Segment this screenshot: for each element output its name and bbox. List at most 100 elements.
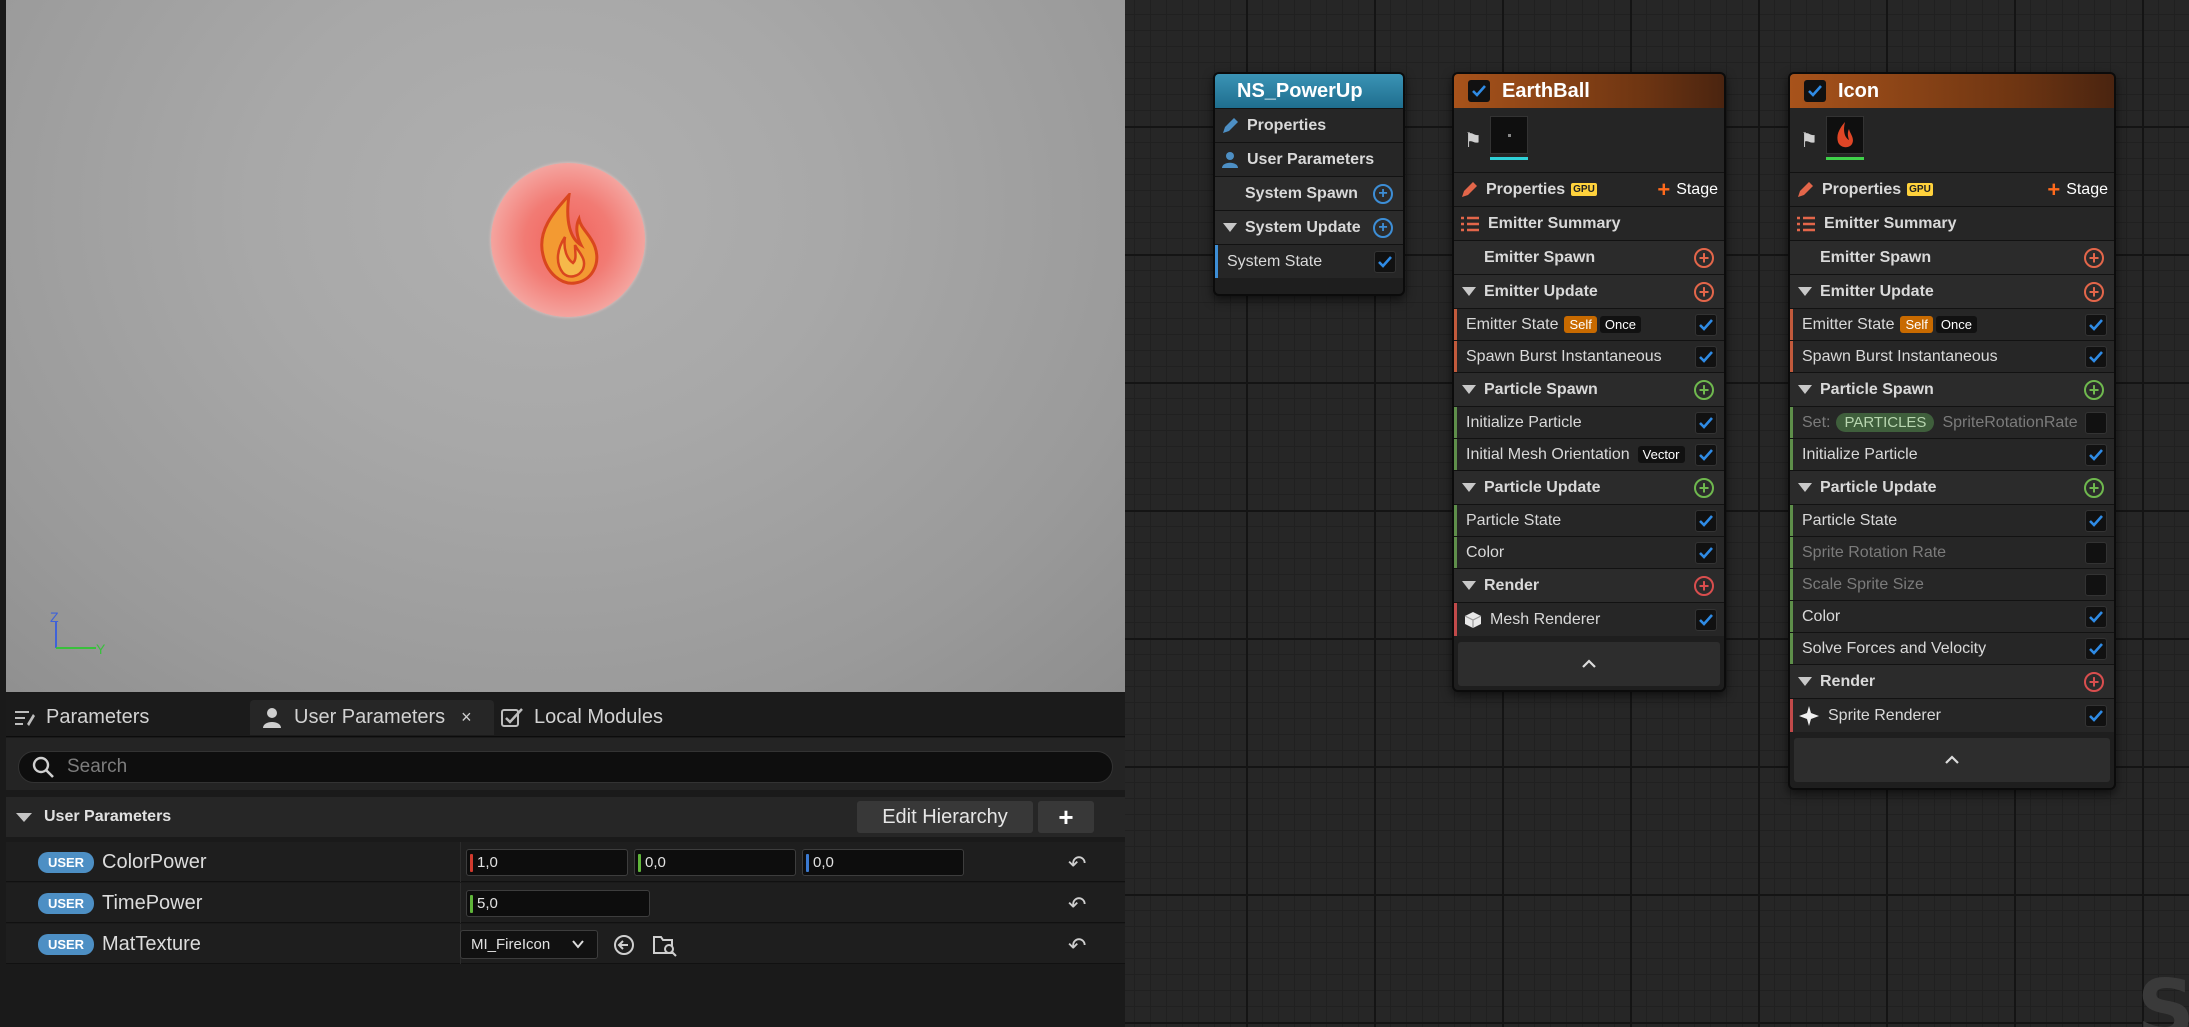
disabled-checkbox[interactable] — [2085, 574, 2107, 596]
system-properties-row[interactable]: Properties — [1215, 108, 1403, 142]
enabled-checkbox[interactable] — [1695, 510, 1717, 532]
add-renderer-icon[interactable]: + — [2084, 672, 2104, 692]
enabled-checkbox[interactable] — [1374, 251, 1396, 273]
earthball-emitter-node[interactable]: EarthBall ⚑ Properties GPU + Stage Emitte… — [1452, 72, 1726, 692]
material-dropdown[interactable]: MI_FireIcon — [460, 930, 598, 959]
enabled-checkbox[interactable] — [2085, 444, 2107, 466]
color-module[interactable]: Color — [1454, 536, 1724, 568]
emitter-state-module[interactable]: Emitter State Self Once — [1454, 308, 1724, 340]
enabled-checkbox[interactable] — [1695, 444, 1717, 466]
add-module-icon[interactable]: + — [2084, 380, 2104, 400]
add-module-icon[interactable]: + — [1373, 184, 1393, 204]
add-module-icon[interactable]: + — [1373, 218, 1393, 238]
emitter-summary-row[interactable]: Emitter Summary — [1454, 206, 1724, 240]
color-g-field[interactable]: 0,0 — [634, 849, 796, 876]
emitter-enabled-checkbox[interactable] — [1804, 80, 1826, 102]
icon-emitter-node[interactable]: Icon ⚑ Properties GPU + Stage Emitter Sum… — [1788, 72, 2116, 790]
system-node-header[interactable]: NS_PowerUp — [1215, 74, 1403, 108]
particle-state-module[interactable]: Particle State — [1454, 504, 1724, 536]
color-module[interactable]: Color — [1790, 600, 2114, 632]
enabled-checkbox[interactable] — [1695, 412, 1717, 434]
spawn-burst-module[interactable]: Spawn Burst Instantaneous — [1454, 340, 1724, 372]
color-r-field[interactable]: 1,0 — [466, 849, 628, 876]
add-module-icon[interactable]: + — [1694, 478, 1714, 498]
close-tab-icon[interactable]: × — [461, 707, 472, 728]
particle-spawn-row[interactable]: Particle Spawn + — [1790, 372, 2114, 406]
collapse-triangle-icon[interactable] — [1798, 483, 1812, 492]
disabled-checkbox[interactable] — [2085, 542, 2107, 564]
enabled-checkbox[interactable] — [2085, 346, 2107, 368]
collapse-triangle-icon[interactable] — [1798, 677, 1812, 686]
solve-forces-module[interactable]: Solve Forces and Velocity — [1790, 632, 2114, 664]
add-parameter-button[interactable]: + — [1038, 801, 1094, 833]
collapse-node-button[interactable] — [1458, 642, 1720, 686]
particle-spawn-row[interactable]: Particle Spawn + — [1454, 372, 1724, 406]
browse-asset-icon[interactable] — [652, 933, 678, 957]
enabled-checkbox[interactable] — [2085, 510, 2107, 532]
enabled-checkbox[interactable] — [2085, 705, 2107, 727]
param-row-colorpower[interactable]: USER ColorPower 1,0 0,0 0,0 ↶ — [6, 842, 1125, 882]
collapse-triangle-icon[interactable] — [16, 812, 32, 822]
emitter-update-row[interactable]: Emitter Update + — [1790, 274, 2114, 308]
collapse-triangle-icon[interactable] — [1798, 385, 1812, 394]
param-row-mattexture[interactable]: USER MatTexture MI_FireIcon ↶ — [6, 924, 1125, 964]
add-renderer-icon[interactable]: + — [1694, 576, 1714, 596]
color-b-field[interactable]: 0,0 — [802, 849, 964, 876]
system-state-row[interactable]: System State — [1215, 244, 1403, 278]
pin-icon[interactable]: ⚑ — [1800, 128, 1818, 153]
emitter-summary-row[interactable]: Emitter Summary — [1790, 206, 2114, 240]
mesh-renderer-module[interactable]: Mesh Renderer — [1454, 602, 1724, 636]
enabled-checkbox[interactable] — [1695, 346, 1717, 368]
emitter-thumbnail[interactable] — [1490, 116, 1528, 154]
user-parameters-category[interactable]: User Parameters Edit Hierarchy + — [6, 797, 1125, 837]
pin-icon[interactable]: ⚑ — [1464, 128, 1482, 153]
add-stage-button[interactable]: + Stage — [2047, 177, 2108, 203]
add-module-icon[interactable]: + — [2084, 248, 2104, 268]
collapse-triangle-icon[interactable] — [1462, 483, 1476, 492]
disabled-checkbox[interactable] — [2085, 412, 2107, 434]
emitter-spawn-row[interactable]: Emitter Spawn + — [1790, 240, 2114, 274]
edit-hierarchy-button[interactable]: Edit Hierarchy — [857, 801, 1033, 833]
render-row[interactable]: Render + — [1790, 664, 2114, 698]
add-module-icon[interactable]: + — [1694, 282, 1714, 302]
use-selected-asset-icon[interactable] — [612, 933, 636, 957]
collapse-triangle-icon[interactable] — [1798, 287, 1812, 296]
emitter-state-module[interactable]: Emitter State Self Once — [1790, 308, 2114, 340]
emitter-spawn-row[interactable]: Emitter Spawn + — [1454, 240, 1724, 274]
system-user-parameters-row[interactable]: User Parameters — [1215, 142, 1403, 176]
initial-mesh-orientation-module[interactable]: Initial Mesh Orientation Vector — [1454, 438, 1724, 470]
enabled-checkbox[interactable] — [2085, 606, 2107, 628]
enabled-checkbox[interactable] — [1695, 542, 1717, 564]
collapse-triangle-icon[interactable] — [1462, 287, 1476, 296]
spawn-burst-module[interactable]: Spawn Burst Instantaneous — [1790, 340, 2114, 372]
search-input[interactable]: Search — [18, 751, 1113, 783]
node-graph-canvas[interactable]: SY NS_PowerUp Properties User Parameters… — [1125, 0, 2189, 1027]
tab-parameters[interactable]: Parameters — [12, 700, 149, 735]
initialize-particle-module[interactable]: Initialize Particle — [1454, 406, 1724, 438]
enabled-checkbox[interactable] — [2085, 314, 2107, 336]
add-module-icon[interactable]: + — [1694, 248, 1714, 268]
icon-header[interactable]: Icon — [1790, 74, 2114, 108]
add-module-icon[interactable]: + — [2084, 478, 2104, 498]
add-stage-button[interactable]: + Stage — [1657, 177, 1718, 203]
timepower-field[interactable]: 5,0 — [466, 890, 650, 917]
emitter-properties-row[interactable]: Properties GPU + Stage — [1454, 172, 1724, 206]
tab-local-modules[interactable]: Local Modules — [500, 700, 663, 735]
particle-update-row[interactable]: Particle Update + — [1790, 470, 2114, 504]
collapse-triangle-icon[interactable] — [1223, 223, 1237, 232]
reset-to-default-icon[interactable]: ↶ — [1068, 933, 1086, 959]
sprite-renderer-module[interactable]: Sprite Renderer — [1790, 698, 2114, 732]
initialize-particle-module[interactable]: Initialize Particle — [1790, 438, 2114, 470]
render-row[interactable]: Render + — [1454, 568, 1724, 602]
system-update-row[interactable]: System Update + — [1215, 210, 1403, 244]
collapse-triangle-icon[interactable] — [1462, 385, 1476, 394]
emitter-enabled-checkbox[interactable] — [1468, 80, 1490, 102]
reset-to-default-icon[interactable]: ↶ — [1068, 851, 1086, 877]
collapse-triangle-icon[interactable] — [1462, 581, 1476, 590]
add-module-icon[interactable]: + — [1694, 380, 1714, 400]
preview-viewport[interactable]: Z Y — [6, 0, 1125, 692]
emitter-thumbnail[interactable] — [1826, 116, 1864, 154]
collapse-node-button[interactable] — [1794, 738, 2110, 782]
sprite-rotation-rate-module[interactable]: Sprite Rotation Rate — [1790, 536, 2114, 568]
earthball-header[interactable]: EarthBall — [1454, 74, 1724, 108]
